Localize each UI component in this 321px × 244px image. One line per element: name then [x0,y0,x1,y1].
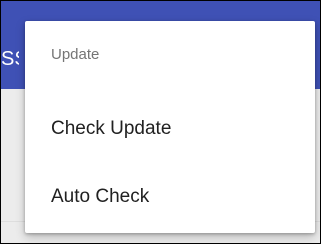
screenshot-frame: SS Update Check Update Auto Check [0,0,321,244]
menu-header-update: Update [51,46,100,63]
menu-item-auto-check[interactable]: Auto Check [25,169,315,225]
menu-item-label: Auto Check [51,186,150,207]
menu-item-label: Check Update [51,118,172,139]
popup-menu: Update Check Update Auto Check [25,21,315,233]
app-bar-title: SS [1,48,19,70]
menu-item-check-update[interactable]: Check Update [25,101,315,157]
